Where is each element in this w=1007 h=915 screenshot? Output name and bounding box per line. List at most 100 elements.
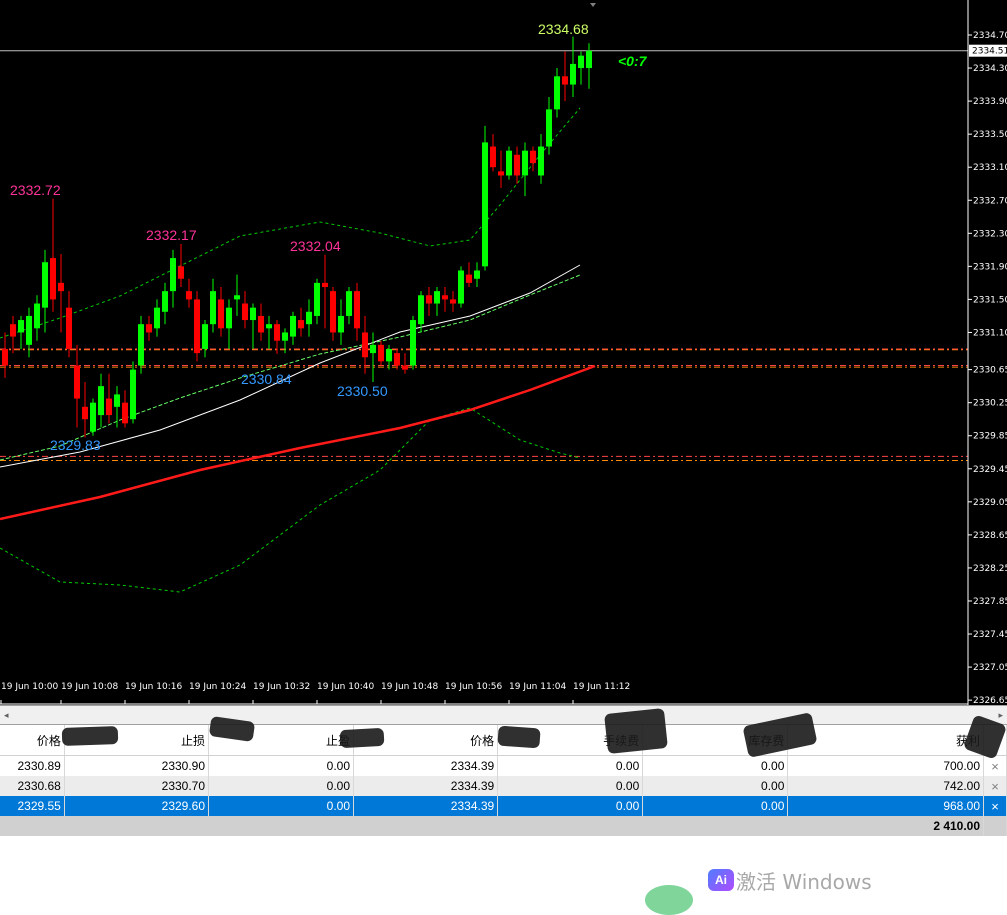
total-spacer — [983, 816, 1007, 836]
redaction-scribble — [497, 725, 541, 749]
candle-body — [346, 291, 352, 316]
price-tick-label: 2326.65 — [973, 696, 1007, 705]
candle-body — [450, 299, 456, 304]
high-price-label: 2334.68 — [538, 21, 589, 37]
price-tick-label: 2331.50 — [973, 295, 1007, 305]
candle-body — [330, 291, 336, 333]
candle-body — [26, 315, 32, 345]
candle-body — [434, 291, 440, 304]
chart-shift-marker-icon — [590, 3, 596, 7]
candle-body — [106, 398, 112, 416]
price-tick-label: 2333.10 — [973, 163, 1007, 173]
cell-stop-loss[interactable]: 2330.90 — [64, 755, 210, 776]
candle-body — [562, 76, 568, 85]
candle-body — [410, 320, 416, 366]
candle-body — [178, 266, 184, 279]
candle-body — [386, 348, 392, 362]
candle-body — [522, 150, 528, 176]
cell-stop-loss[interactable]: 2330.70 — [64, 776, 210, 796]
candle-body — [474, 270, 480, 279]
price-tick-label: 2329.85 — [973, 432, 1007, 442]
close-position-icon[interactable]: × — [983, 776, 1007, 796]
candle-body — [234, 295, 240, 300]
redaction-scribble — [339, 727, 385, 749]
total-row: 2 410.00 — [0, 816, 1007, 836]
cell-current-price: 2334.39 — [353, 796, 499, 816]
candle-body — [554, 76, 560, 110]
candle-body — [154, 307, 160, 329]
close-position-icon[interactable]: × — [983, 755, 1007, 776]
time-tick-label: 19 Jun 11:12 — [573, 682, 630, 692]
candle-body — [170, 258, 176, 292]
price-tick-label: 2334.70 — [973, 31, 1007, 41]
candle-body — [226, 307, 232, 329]
chart-canvas[interactable]: 2332.72 2332.17 2332.04 2334.68 2329.83 2330.… — [0, 0, 1007, 705]
cell-open-price: 2330.68 — [0, 776, 65, 796]
ai-assistant-icon[interactable]: Ai — [708, 869, 734, 891]
candle-body — [66, 307, 72, 349]
price-tick-label: 2332.70 — [973, 196, 1007, 206]
candle-body — [90, 402, 96, 432]
cell-current-price: 2334.39 — [353, 755, 499, 776]
table-row[interactable]: 2330.68 2330.70 0.00 2334.39 0.00 0.00 7… — [0, 776, 1007, 796]
price-tick-label: 2331.90 — [973, 262, 1007, 272]
price-tick-label: 2327.05 — [973, 663, 1007, 673]
candle-body — [426, 295, 432, 304]
candle-body — [546, 109, 552, 147]
candle-body — [370, 344, 376, 354]
horizontal-scrollbar[interactable]: ◂ ▸ — [0, 705, 1007, 726]
candle-body — [514, 154, 520, 176]
candle-body — [74, 365, 80, 399]
cell-swap: 0.00 — [642, 796, 789, 816]
table-row-selected[interactable]: 2329.55 2329.60 0.00 2334.39 0.00 0.00 9… — [0, 796, 1007, 816]
close-position-icon[interactable]: × — [983, 796, 1007, 816]
candle-body — [50, 258, 56, 300]
table-row[interactable]: 2330.89 2330.90 0.00 2334.39 0.00 0.00 7… — [0, 755, 1007, 776]
candle-body — [314, 282, 320, 316]
candle-body — [418, 295, 424, 325]
current-price-label: 2334.51 — [972, 47, 1007, 57]
price-tick-label: 2327.45 — [973, 630, 1007, 640]
high-price-label: 2332.72 — [10, 182, 61, 198]
candle-body — [130, 369, 136, 420]
cell-take-profit[interactable]: 0.00 — [208, 776, 355, 796]
candle-body — [298, 320, 304, 329]
candle-body — [114, 394, 120, 407]
cell-open-price: 2330.89 — [0, 755, 65, 776]
time-tick-label: 19 Jun 10:56 — [445, 682, 502, 692]
cell-open-price: 2329.55 — [0, 796, 65, 816]
time-tick-label: 19 Jun 10:08 — [61, 682, 118, 692]
price-tick-label: 2334.30 — [973, 64, 1007, 74]
col-header-profit[interactable]: 获利 — [787, 725, 985, 756]
candle-body — [58, 282, 64, 292]
time-tick-label: 19 Jun 10:40 — [317, 682, 374, 692]
cell-profit: 700.00 — [787, 755, 985, 776]
candle-body — [210, 291, 216, 325]
candle-body — [458, 270, 464, 304]
cell-take-profit[interactable]: 0.00 — [208, 755, 355, 776]
candle-body — [490, 146, 496, 168]
candle-body — [578, 55, 584, 69]
candle-body — [482, 142, 488, 267]
decorative-blob — [645, 885, 693, 915]
price-tick-label: 2333.90 — [973, 97, 1007, 107]
scroll-right-icon[interactable]: ▸ — [998, 710, 1003, 721]
low-price-label: 2329.83 — [50, 437, 101, 453]
total-profit: 2 410.00 — [0, 816, 985, 836]
price-tick-label: 2333.50 — [973, 130, 1007, 140]
candle-body — [18, 320, 24, 333]
candle-body — [42, 262, 48, 308]
scroll-left-icon[interactable]: ◂ — [4, 710, 9, 721]
price-tick-label: 2327.85 — [973, 597, 1007, 607]
candle-body — [122, 402, 128, 424]
candle-body — [586, 50, 592, 69]
low-price-label: 2330.50 — [337, 383, 388, 399]
redaction-scribble — [604, 707, 668, 755]
col-header-open-price[interactable]: 价格 — [0, 725, 65, 756]
cell-stop-loss[interactable]: 2329.60 — [64, 796, 210, 816]
candle-body — [250, 307, 256, 321]
candle-body — [322, 282, 328, 288]
cell-take-profit[interactable]: 0.00 — [208, 796, 355, 816]
price-chart[interactable]: 2332.72 2332.17 2332.04 2334.68 2329.83 2330.… — [0, 0, 1007, 705]
candle-body — [146, 324, 152, 333]
